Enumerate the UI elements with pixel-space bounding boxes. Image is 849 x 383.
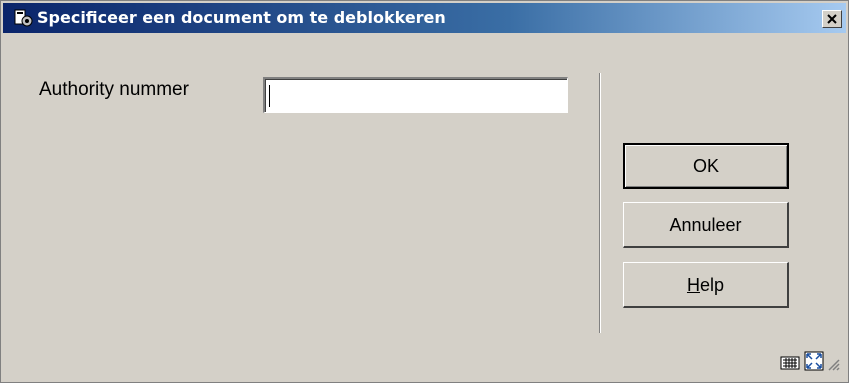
close-icon — [827, 14, 837, 24]
authority-number-input[interactable] — [263, 77, 568, 113]
authority-number-label: Authority nummer — [39, 79, 189, 100]
ok-button[interactable]: OK — [623, 143, 789, 189]
cancel-button[interactable]: Annuleer — [623, 202, 789, 248]
window-title: Specificeer een document om te deblokker… — [37, 8, 446, 27]
help-button[interactable]: Help — [623, 262, 789, 308]
vertical-divider — [599, 73, 601, 333]
resize-grip-icon[interactable] — [826, 357, 840, 376]
text-caret — [269, 85, 270, 107]
help-label-rest: elp — [699, 274, 725, 295]
app-icon — [13, 7, 35, 29]
close-button[interactable] — [822, 10, 842, 28]
maximize-icon[interactable] — [804, 351, 824, 376]
title-bar[interactable]: Specificeer een document om te deblokker… — [3, 3, 846, 33]
dialog-window: Specificeer een document om te deblokker… — [0, 0, 849, 383]
help-mnemonic: H — [686, 274, 700, 295]
keyboard-icon[interactable] — [780, 353, 800, 376]
